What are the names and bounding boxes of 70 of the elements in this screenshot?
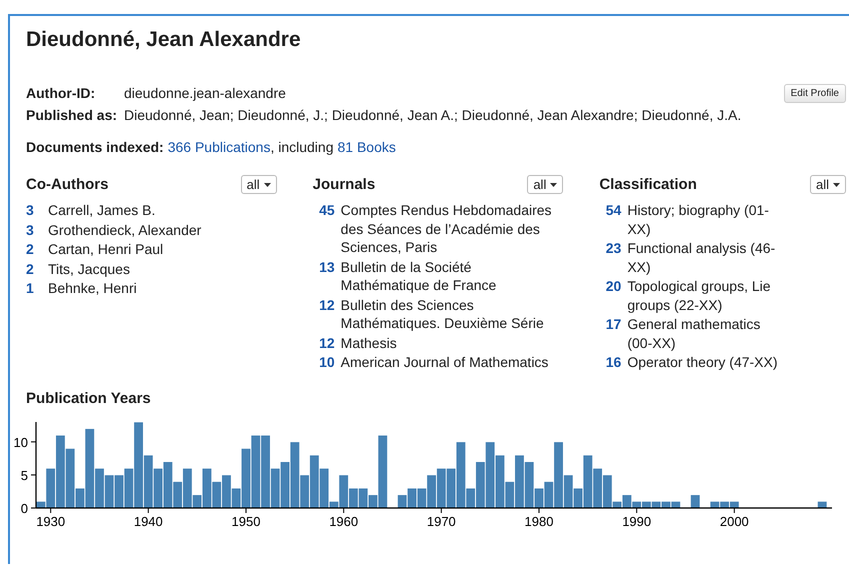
published-as-label: Published as: <box>26 106 118 124</box>
caret-icon <box>833 182 840 186</box>
bar <box>690 494 700 508</box>
list-item-link[interactable]: Functional analysis (46-XX) <box>627 239 788 276</box>
count-link[interactable]: 20 <box>599 277 622 314</box>
count-link[interactable]: 16 <box>599 353 622 372</box>
documents-label: Documents indexed: <box>26 139 164 155</box>
list-item-link[interactable]: Operator theory (47-XX) <box>627 353 778 372</box>
list-item-link[interactable]: Grothendieck, Alexander <box>48 220 202 239</box>
count-link[interactable]: 2 <box>26 240 42 258</box>
y-tick-label: 0 <box>20 500 28 516</box>
chart-title: Publication Years <box>26 390 152 406</box>
x-tick-label: 1960 <box>329 514 358 528</box>
count-link[interactable]: 10 <box>312 353 335 372</box>
including-text: , including <box>270 139 334 155</box>
bar <box>104 474 114 508</box>
x-tick-label: 2000 <box>720 514 749 528</box>
edit-profile-button[interactable]: Edit Profile <box>784 84 846 103</box>
bar <box>114 474 124 508</box>
list-item-link[interactable]: Bulletin des Sciences Mathématiques. Deuxième Série <box>340 296 564 332</box>
count-link[interactable]: 12 <box>312 334 335 352</box>
y-tick-label: 5 <box>20 467 28 482</box>
count-link[interactable]: 13 <box>312 258 335 294</box>
list-item-link[interactable]: Topological groups, Lie groups (22-XX) <box>627 277 788 314</box>
books-link[interactable]: 81 Books <box>338 139 396 155</box>
author-id-value: dieudonne.jean-alexandre <box>124 84 286 102</box>
filter-dropdown[interactable]: all <box>240 175 277 194</box>
count-link[interactable]: 12 <box>312 296 335 332</box>
list-item-link[interactable]: Tits, Jacques <box>48 260 130 278</box>
count-link[interactable]: 45 <box>312 201 335 256</box>
count-link[interactable]: 3 <box>26 220 42 239</box>
list-item-link[interactable]: Behnke, Henri <box>48 279 137 298</box>
count-link[interactable]: 1 <box>26 279 42 298</box>
publications-link[interactable]: 366 Publications <box>168 139 270 155</box>
published-as-value: Dieudonné, Jean; Dieudonné, J.; Dieudonné, Jean A.; Dieudonné, Jean Alexandre; Dieudonné, J.A. <box>124 106 742 124</box>
count-link[interactable]: 3 <box>26 201 42 220</box>
bar <box>485 441 496 508</box>
list-item-link[interactable]: American Journal of Mathematics <box>340 353 548 372</box>
count-link[interactable]: 17 <box>599 315 622 352</box>
x-tick-label: 1990 <box>622 514 652 528</box>
y-tick-label: 10 <box>14 434 28 450</box>
list-item-link[interactable]: History; biography (01-XX) <box>627 201 788 238</box>
author-name: Dieudonné, Jean Alexandre <box>26 28 302 52</box>
list-item-link[interactable]: Cartan, Henri Paul <box>48 240 164 258</box>
filter-dropdown[interactable]: all <box>810 175 846 194</box>
section-heading: Classification <box>599 176 697 193</box>
bar <box>436 468 446 508</box>
count-link[interactable]: 2 <box>26 260 42 278</box>
x-tick-label: 1950 <box>232 514 260 528</box>
x-tick-label: 1980 <box>524 514 554 528</box>
list-item-link[interactable]: Bulletin de la Société Mathématique de France <box>340 258 564 294</box>
section-heading: Co-Authors <box>26 176 108 193</box>
count-link[interactable]: 23 <box>599 239 622 276</box>
section-heading: Journals <box>312 176 376 193</box>
x-tick-label: 1940 <box>134 514 163 528</box>
filter-dropdown[interactable]: all <box>527 175 564 194</box>
bar <box>153 468 164 508</box>
x-tick-label: 1930 <box>36 514 66 528</box>
bar <box>817 500 828 508</box>
caret-icon <box>550 182 558 186</box>
list-item-link[interactable]: Mathesis <box>340 334 397 352</box>
bar <box>280 460 290 508</box>
bar <box>592 468 603 508</box>
count-link[interactable]: 54 <box>599 201 622 238</box>
list-item-link[interactable]: Comptes Rendus Hebdomadaires des Séances de l’Académie des Sciences, Paris <box>340 201 564 256</box>
list-item-link[interactable]: General mathematics (00-XX) <box>627 315 788 352</box>
author-id-label: Author-ID: <box>26 84 96 102</box>
list-item-link[interactable]: Carrell, James B. <box>48 201 156 220</box>
x-tick-label: 1970 <box>426 514 456 528</box>
caret-icon <box>264 182 271 186</box>
